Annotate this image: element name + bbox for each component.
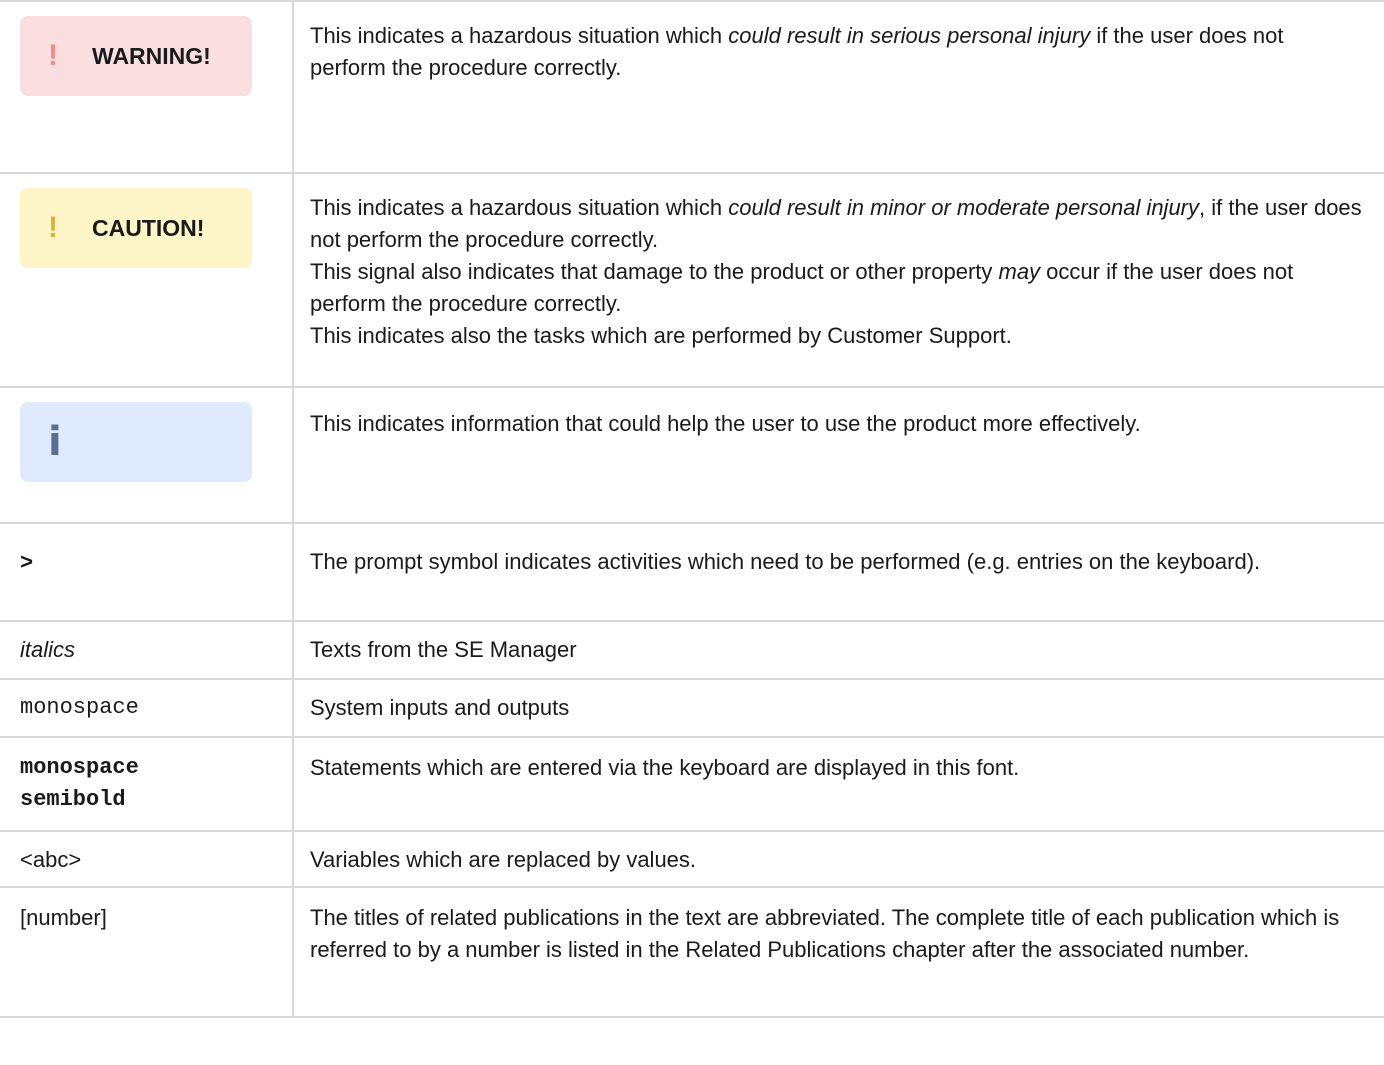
convention-cell: italics (0, 620, 294, 680)
table-row: monospace semibold Statements which are … (0, 736, 1384, 832)
text-span: This signal also indicates that damage t… (310, 259, 999, 284)
caution-label: CAUTION! (92, 214, 205, 241)
caution-badge: ! CAUTION! (20, 188, 252, 268)
monospace-semibold-description: Statements which are entered via the key… (310, 755, 1020, 780)
convention-cell: <abc> (0, 830, 294, 888)
italic-text: may (998, 259, 1041, 284)
convention-cell: [number] (0, 886, 294, 1018)
description-cell: The titles of related publications in th… (292, 886, 1384, 1018)
signal-cell: ! CAUTION! (0, 172, 294, 388)
conventions-table: ! WARNING! This indicates a hazardous si… (0, 0, 1384, 1018)
monospace-semibold-sample: monospace semibold (20, 755, 139, 812)
table-row: ! WARNING! This indicates a hazardous si… (0, 0, 1384, 174)
table-row: [number] The titles of related publicati… (0, 886, 1384, 1018)
warning-description: This indicates a hazardous situation whi… (294, 2, 1384, 84)
signal-cell: i (0, 386, 294, 524)
monospace-description: System inputs and outputs (310, 695, 570, 720)
table-row: italics Texts from the SE Manager (0, 620, 1384, 680)
paragraph: This indicates also the tasks which are … (310, 323, 1012, 348)
convention-cell: > (0, 522, 294, 622)
table-row: monospace System inputs and outputs (0, 678, 1384, 738)
description-cell: Variables which are replaced by values. (292, 830, 1384, 888)
exclamation-icon: ! (48, 211, 58, 244)
italics-sample: italics (20, 637, 76, 662)
number-sample: [number] (20, 905, 107, 930)
italics-description: Texts from the SE Manager (310, 637, 577, 662)
text-span: This indicates a hazardous situation whi… (310, 23, 729, 48)
prompt-description: The prompt symbol indicates activities w… (310, 549, 1261, 574)
table-row: i This indicates information that could … (0, 386, 1384, 524)
variable-sample: <abc> (20, 847, 82, 872)
signal-cell: ! WARNING! (0, 0, 294, 174)
warning-label: WARNING! (92, 42, 211, 69)
description-cell: Statements which are entered via the key… (292, 736, 1384, 832)
paragraph: This indicates a hazardous situation whi… (310, 192, 1364, 256)
monospace-sample: monospace (20, 695, 139, 720)
description-cell: The prompt symbol indicates activities w… (292, 522, 1384, 622)
description-cell: This indicates a hazardous situation whi… (292, 172, 1384, 388)
convention-cell: monospace (0, 678, 294, 738)
italic-text: could result in serious personal injury (728, 23, 1091, 48)
text-span: This indicates a hazardous situation whi… (310, 195, 729, 220)
info-badge: i (20, 402, 252, 482)
caution-description: This indicates a hazardous situation whi… (294, 174, 1384, 352)
variable-description: Variables which are replaced by values. (310, 847, 697, 872)
description-cell: This indicates information that could he… (292, 386, 1384, 524)
info-description: This indicates information that could he… (310, 411, 1141, 436)
number-description: The titles of related publications in th… (310, 905, 1340, 962)
prompt-symbol: > (20, 551, 34, 576)
table-row: <abc> Variables which are replaced by va… (0, 830, 1384, 888)
paragraph: This signal also indicates that damage t… (310, 256, 1364, 320)
table-row: > The prompt symbol indicates activities… (0, 522, 1384, 622)
description-cell: This indicates a hazardous situation whi… (292, 0, 1384, 174)
italic-text: could result in minor or moderate person… (728, 195, 1200, 220)
warning-badge: ! WARNING! (20, 16, 252, 96)
convention-cell: monospace semibold (0, 736, 294, 832)
info-icon: i (48, 419, 62, 465)
table-row: ! CAUTION! This indicates a hazardous si… (0, 172, 1384, 388)
exclamation-icon: ! (48, 39, 58, 72)
description-cell: System inputs and outputs (292, 678, 1384, 738)
description-cell: Texts from the SE Manager (292, 620, 1384, 680)
